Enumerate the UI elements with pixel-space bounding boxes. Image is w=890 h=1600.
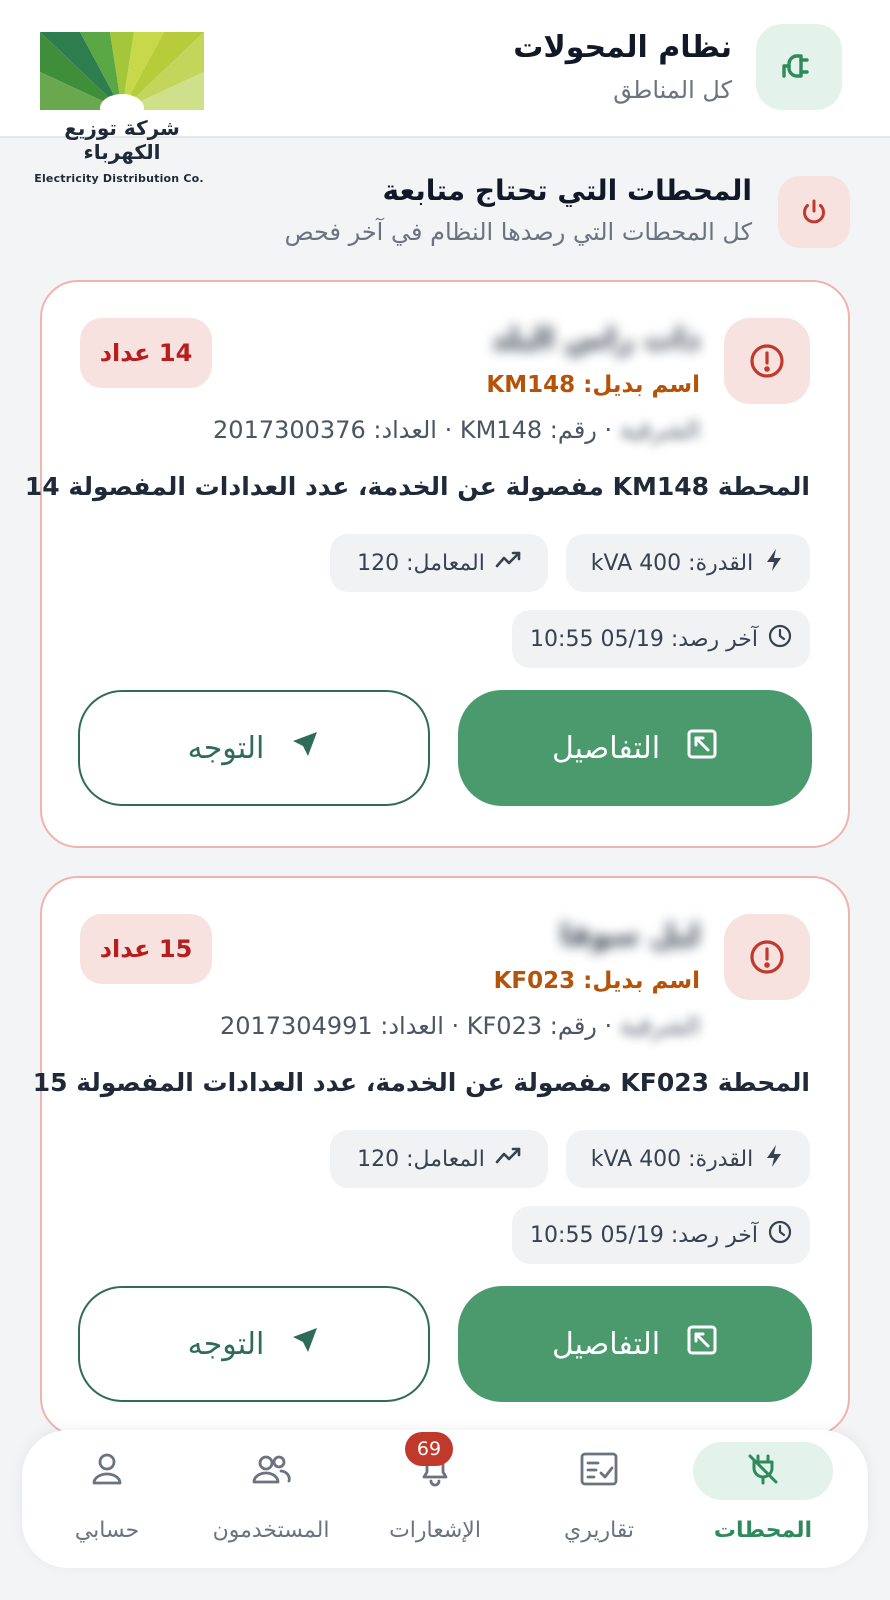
station-alt-name: اسم بديل: KF023 — [493, 968, 700, 994]
clock-icon — [768, 624, 792, 654]
station-meta: الشرقية · رقم: KM148 · العداد: 201730037… — [213, 416, 700, 444]
station-name: ليل سوقا — [560, 918, 700, 953]
expand-icon — [686, 1324, 718, 1364]
route-label: التوجه — [187, 1326, 265, 1362]
station-name: ذات راس البلد — [490, 322, 700, 357]
exclamation-circle-icon — [724, 318, 810, 404]
nav-icon-container — [529, 1442, 669, 1500]
route-button[interactable]: التوجه — [78, 690, 430, 806]
factor-text: المعامل: 120 — [357, 1146, 485, 1172]
plug-icon — [756, 24, 842, 110]
nav-icon-container — [37, 1442, 177, 1500]
nav-label-stations: المحطات — [713, 1518, 813, 1543]
section-title: المحطات التي تحتاج متابعة — [382, 174, 753, 207]
app-header: نظام المحولات كل المناطق شركة توزيع الكه… — [0, 0, 890, 185]
station-alt-name: اسم بديل: KM148 — [486, 372, 700, 398]
exclamation-circle-icon — [724, 914, 810, 1000]
section-subtitle: كل المحطات التي رصدها النظام في آخر فحص — [284, 218, 752, 246]
bolt-icon — [763, 1144, 785, 1174]
capacity-chip: القدرة: 400 kVA — [566, 534, 810, 592]
expand-icon — [686, 728, 718, 768]
details-label: التفاصيل — [551, 1326, 661, 1362]
nav-label-users: المستخدمون — [212, 1518, 330, 1543]
station-region: الشرقية — [619, 1012, 700, 1040]
nav-item-stations[interactable]: المحطات — [688, 1442, 838, 1558]
station-message: المحطة KM148 مفصولة عن الخدمة، عدد العدا… — [24, 472, 810, 501]
meter-count-badge: 15 عداد — [80, 914, 212, 984]
bottom-navigation: المحطات تقاريري 69 الإشعارات المستخدمون … — [22, 1430, 868, 1568]
users-icon — [251, 1453, 291, 1489]
nav-item-users[interactable]: المستخدمون — [196, 1442, 346, 1558]
nav-icon-container — [201, 1442, 341, 1500]
nav-item-account[interactable]: حسابي — [32, 1442, 182, 1558]
logo-text-arabic: شركة توزيع الكهرباء — [64, 116, 180, 164]
nav-item-alerts[interactable]: 69 الإشعارات — [360, 1432, 510, 1558]
last-seen-text: آخر رصد: 05/19 10:55 — [530, 1222, 758, 1248]
nav-icon-container: 69 — [365, 1432, 505, 1500]
report-icon — [580, 1452, 618, 1490]
details-button[interactable]: التفاصيل — [458, 690, 812, 806]
station-card: ليل سوقا اسم بديل: KF023 الشرقية · رقم: … — [33, 876, 850, 1436]
trend-icon — [495, 550, 521, 576]
logo-text-english: Electricity Distribution Co. — [34, 172, 204, 185]
factor-chip: المعامل: 120 — [330, 534, 548, 592]
nav-icon-container — [693, 1442, 833, 1500]
nav-label-account: حسابي — [74, 1518, 140, 1543]
capacity-text: القدرة: 400 kVA — [590, 1146, 754, 1172]
app-title: نظام المحولات — [513, 30, 732, 65]
capacity-text: القدرة: 400 kVA — [590, 550, 754, 576]
last-seen-text: آخر رصد: 05/19 10:55 — [530, 626, 758, 652]
plug-off-icon — [746, 1452, 780, 1490]
station-number-meter: · رقم: KF023 · العداد: 2017304991 — [219, 1012, 613, 1040]
user-icon — [91, 1452, 123, 1490]
bolt-icon — [763, 548, 785, 578]
route-label: التوجه — [187, 730, 265, 766]
power-icon — [778, 176, 850, 248]
factor-chip: المعامل: 120 — [330, 1130, 548, 1188]
details-button[interactable]: التفاصيل — [458, 1286, 812, 1402]
station-message: المحطة KF023 مفصولة عن الخدمة، عدد العدا… — [32, 1068, 810, 1097]
nav-label-alerts: الإشعارات — [389, 1518, 481, 1543]
clock-icon — [768, 1220, 792, 1250]
nav-item-reports[interactable]: تقاريري — [524, 1442, 674, 1558]
station-meta: الشرقية · رقم: KF023 · العداد: 201730499… — [220, 1012, 700, 1040]
last-seen-chip: آخر رصد: 05/19 10:55 — [512, 610, 810, 668]
last-seen-chip: آخر رصد: 05/19 10:55 — [512, 1206, 810, 1264]
factor-text: المعامل: 120 — [357, 550, 485, 576]
station-number-meter: · رقم: KM148 · العداد: 2017300376 — [213, 416, 613, 444]
station-region: الشرقية — [619, 416, 700, 444]
navigation-arrow-icon — [290, 1325, 320, 1363]
navigation-arrow-icon — [290, 729, 320, 767]
capacity-chip: القدرة: 400 kVA — [566, 1130, 810, 1188]
station-card: ذات راس البلد اسم بديل: KM148 الشرقية · … — [25, 280, 850, 848]
notification-count-badge: 69 — [405, 1432, 453, 1466]
details-label: التفاصيل — [551, 730, 661, 766]
app-subtitle: كل المناطق — [613, 76, 732, 104]
meter-count-badge: 14 عداد — [80, 318, 212, 388]
nav-label-reports: تقاريري — [563, 1518, 635, 1543]
company-logo: شركة توزيع الكهرباء Electricity Distribu… — [34, 32, 204, 185]
trend-icon — [495, 1146, 521, 1172]
route-button[interactable]: التوجه — [78, 1286, 430, 1402]
